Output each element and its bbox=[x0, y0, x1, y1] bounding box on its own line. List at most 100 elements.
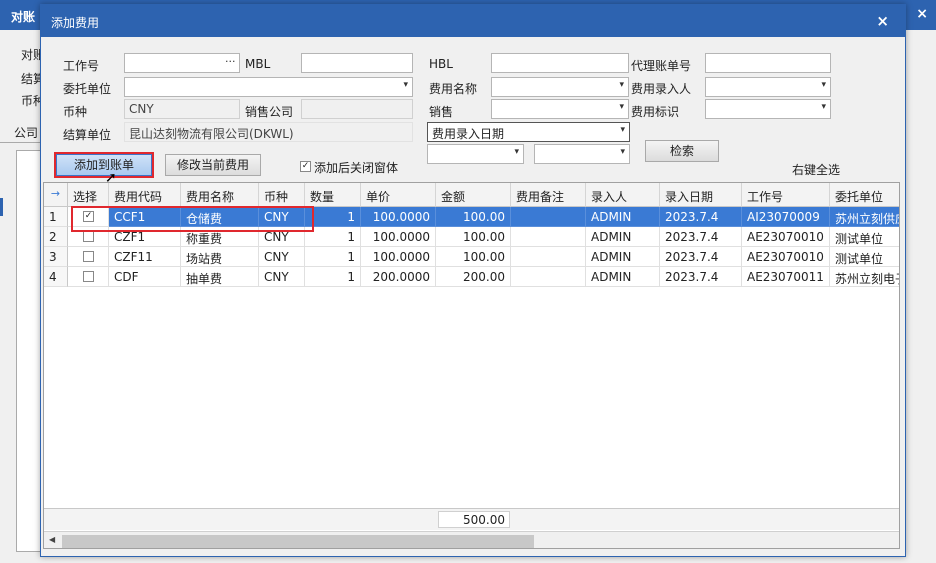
currency-field[interactable]: CNY bbox=[124, 99, 240, 119]
fee-entry-person-label: 费用录入人 bbox=[631, 82, 692, 96]
horizontal-scrollbar[interactable]: ◀ ▶ bbox=[44, 531, 899, 548]
sales-label: 销售 bbox=[429, 105, 454, 119]
cell-entry-date[interactable]: 2023.7.4 bbox=[660, 207, 742, 227]
header-col-remark[interactable]: 费用备注 bbox=[511, 183, 586, 207]
row-checkbox[interactable] bbox=[83, 231, 94, 242]
mbl-input[interactable] bbox=[301, 53, 413, 73]
agent-bill-input[interactable] bbox=[705, 53, 831, 73]
row-checkbox[interactable] bbox=[83, 251, 94, 262]
cell-amount[interactable]: 200.00 bbox=[436, 267, 511, 287]
date-from-select[interactable] bbox=[427, 144, 524, 164]
cell-entry-date[interactable]: 2023.7.4 bbox=[660, 227, 742, 247]
cell-price[interactable]: 100.0000 bbox=[361, 247, 436, 267]
header-col-fee-name[interactable]: 费用名称 bbox=[181, 183, 259, 207]
cell-job-no[interactable]: AI23070009 bbox=[742, 207, 830, 227]
cell-remark[interactable] bbox=[511, 227, 586, 247]
modify-fee-button[interactable]: 修改当前费用 bbox=[165, 154, 261, 176]
header-col-client[interactable]: 委托单位 bbox=[830, 183, 899, 207]
cell-price[interactable]: 100.0000 bbox=[361, 227, 436, 247]
cell-entry-date[interactable]: 2023.7.4 bbox=[660, 267, 742, 287]
settle-unit-label: 结算单位 bbox=[63, 128, 112, 142]
cell-client[interactable]: 测试单位 bbox=[830, 247, 899, 267]
header-col-currency[interactable]: 币种 bbox=[259, 183, 305, 207]
cell-amount[interactable]: 100.00 bbox=[436, 227, 511, 247]
client-select[interactable] bbox=[124, 77, 413, 97]
grid-footer: 500.00 bbox=[44, 508, 899, 530]
close-after-add-checkbox[interactable]: ✓ bbox=[300, 161, 311, 172]
cell-client[interactable]: 测试单位 bbox=[830, 227, 899, 247]
hbl-input[interactable] bbox=[491, 53, 629, 73]
cell-remark[interactable] bbox=[511, 207, 586, 227]
currency-label: 币种 bbox=[63, 105, 88, 119]
mbl-label: MBL bbox=[245, 57, 271, 71]
search-button[interactable]: 检索 bbox=[645, 140, 719, 162]
cell-qty[interactable]: 1 bbox=[305, 247, 361, 267]
cell-entered-by[interactable]: ADMIN bbox=[586, 247, 660, 267]
cell-job-no[interactable]: AE23070010 bbox=[742, 227, 830, 247]
total-amount: 500.00 bbox=[438, 511, 510, 528]
row-checkbox[interactable] bbox=[83, 271, 94, 282]
cell-job-no[interactable]: AE23070011 bbox=[742, 267, 830, 287]
cell-price[interactable]: 200.0000 bbox=[361, 267, 436, 287]
sales-select[interactable] bbox=[491, 99, 629, 119]
settle-unit-field[interactable]: 昆山达刻物流有限公司(DKWL) bbox=[124, 122, 413, 142]
cell-amount[interactable]: 100.00 bbox=[436, 247, 511, 267]
highlight-selected-row bbox=[71, 206, 314, 232]
cell-entered-by[interactable]: ADMIN bbox=[586, 267, 660, 287]
sales-company-field[interactable] bbox=[301, 99, 413, 119]
row-select-cell[interactable] bbox=[68, 247, 109, 267]
cell-entered-by[interactable]: ADMIN bbox=[586, 227, 660, 247]
cell-fee-code[interactable]: CZF11 bbox=[109, 247, 181, 267]
header-col-entry-date[interactable]: 录入日期 bbox=[660, 183, 742, 207]
fee-name-select[interactable] bbox=[491, 77, 629, 97]
header-col-fee-code[interactable]: 费用代码 bbox=[109, 183, 181, 207]
dialog-title: 添加费用 bbox=[51, 16, 100, 30]
cell-price[interactable]: 100.0000 bbox=[361, 207, 436, 227]
header-col-select[interactable]: 选择 bbox=[68, 183, 109, 207]
date-type-select[interactable]: 费用录入日期 bbox=[427, 122, 630, 142]
header-col-qty[interactable]: 数量 bbox=[305, 183, 361, 207]
fee-flag-label: 费用标识 bbox=[631, 105, 680, 119]
cell-currency[interactable]: CNY bbox=[259, 267, 305, 287]
cell-fee-code[interactable]: CDF bbox=[109, 267, 181, 287]
cell-fee-name[interactable]: 场站费 bbox=[181, 247, 259, 267]
row-select-cell[interactable] bbox=[68, 267, 109, 287]
job-no-input[interactable] bbox=[124, 53, 240, 73]
parent-close-icon[interactable]: × bbox=[916, 6, 928, 22]
cell-entry-date[interactable]: 2023.7.4 bbox=[660, 247, 742, 267]
fee-grid: → 选择 费用代码 费用名称 币种 数量 单价 金额 费用备注 录入人 录入日期 工作号 委托单位 1… bbox=[43, 182, 900, 549]
cell-entered-by[interactable]: ADMIN bbox=[586, 207, 660, 227]
close-after-add-label: 添加后关闭窗体 bbox=[314, 161, 399, 175]
row-number: 3 bbox=[44, 247, 68, 267]
header-col-job-no[interactable]: 工作号 bbox=[742, 183, 830, 207]
hbl-label: HBL bbox=[429, 57, 453, 71]
cell-currency[interactable]: CNY bbox=[259, 247, 305, 267]
cell-client[interactable]: 苏州立刻电子 bbox=[830, 267, 899, 287]
job-no-label: 工作号 bbox=[63, 59, 100, 73]
cell-remark[interactable] bbox=[511, 267, 586, 287]
cell-amount[interactable]: 100.00 bbox=[436, 207, 511, 227]
sales-company-label: 销售公司 bbox=[245, 105, 294, 119]
cell-client[interactable]: 苏州立刻供应 bbox=[830, 207, 899, 227]
fee-entry-person-select[interactable] bbox=[705, 77, 831, 97]
client-label: 委托单位 bbox=[63, 82, 112, 96]
row-number: 4 bbox=[44, 267, 68, 287]
cell-qty[interactable]: 1 bbox=[305, 267, 361, 287]
dialog-close-icon[interactable]: × bbox=[876, 12, 889, 30]
header-col-price[interactable]: 单价 bbox=[361, 183, 436, 207]
cell-job-no[interactable]: AE23070010 bbox=[742, 247, 830, 267]
cell-remark[interactable] bbox=[511, 247, 586, 267]
fee-flag-select[interactable] bbox=[705, 99, 831, 119]
row-number: 2 bbox=[44, 227, 68, 247]
parent-title: 对账 bbox=[11, 10, 36, 24]
agent-bill-label: 代理账单号 bbox=[631, 59, 692, 73]
right-click-select-all-hint: 右键全选 bbox=[792, 163, 841, 177]
parent-tab-company[interactable]: 公司 bbox=[14, 124, 38, 141]
date-to-select[interactable] bbox=[534, 144, 630, 164]
scroll-left-icon[interactable]: ◀ bbox=[49, 535, 55, 544]
fee-name-label: 费用名称 bbox=[429, 82, 478, 96]
header-col-entered-by[interactable]: 录入人 bbox=[586, 183, 660, 207]
header-col-amount[interactable]: 金额 bbox=[436, 183, 511, 207]
cell-fee-name[interactable]: 抽单费 bbox=[181, 267, 259, 287]
scroll-thumb[interactable] bbox=[62, 535, 534, 548]
